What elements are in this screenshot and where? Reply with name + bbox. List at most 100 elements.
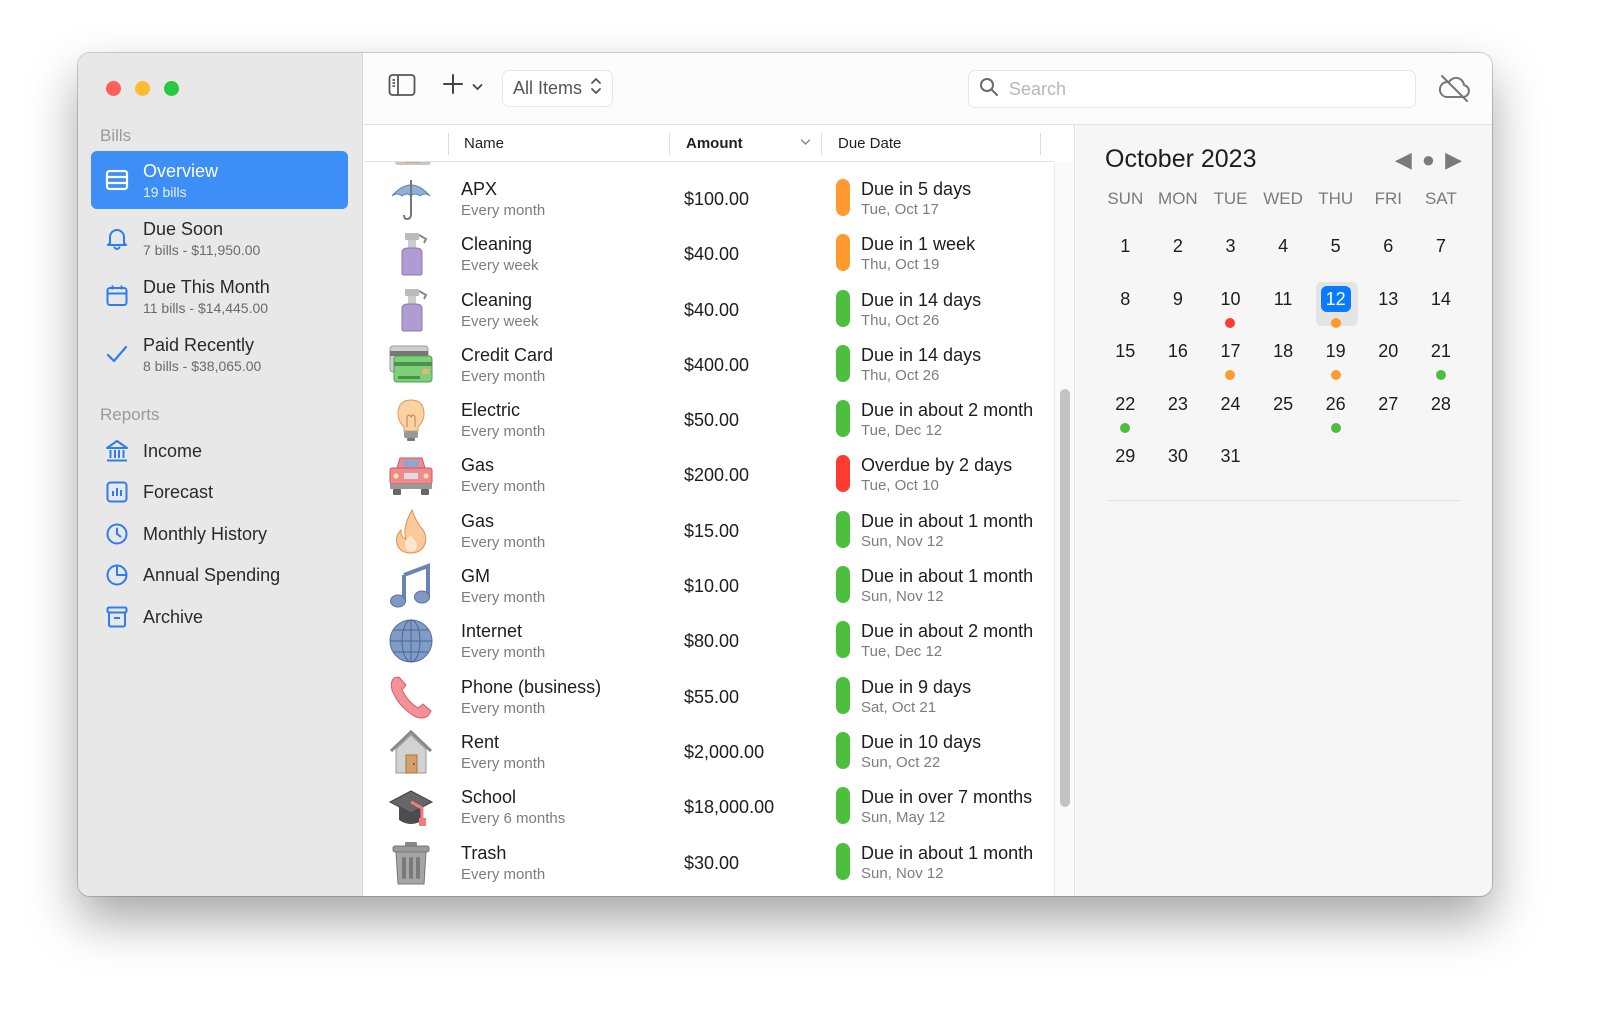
search-field[interactable] [968,70,1416,108]
sidebar-item-due-soon[interactable]: Due Soon 7 bills - $11,950.00 [91,209,348,267]
sidebar-item-annual-spending[interactable]: Annual Spending [91,556,348,594]
bill-row[interactable]: Credit Card Every month $400.00 Due in 14 d… [364,336,1054,391]
calendar-day[interactable]: 13 [1362,280,1415,333]
calendar-day[interactable]: 26 [1309,385,1362,438]
calendar-day[interactable]: 28 [1415,385,1468,438]
due-status: Due in about 2 months [861,400,1033,421]
calendar-day[interactable]: 31 [1204,437,1257,490]
day-number: 26 [1325,393,1346,414]
calendar-day[interactable]: 11 [1257,280,1310,333]
bill-row[interactable]: Cleaning Every week $40.00 Due in 1 week Thu… [364,225,1054,280]
calendar-day[interactable]: 29 [1099,437,1152,490]
day-number: 11 [1273,288,1293,309]
calendar-day[interactable]: 22 [1099,385,1152,438]
calendar-day[interactable]: 2 [1152,227,1205,280]
day-number: 28 [1430,393,1451,414]
column-header-amount[interactable]: Amount [686,135,743,152]
calendar-day[interactable]: 23 [1152,385,1205,438]
due-status: Due in about 1 month [861,566,1033,587]
calendar-day-today[interactable]: 12 [1309,280,1362,333]
sidebar-toggle-icon [388,73,416,102]
spray-bottle-icon [388,231,434,277]
calendar-day[interactable]: 5 [1309,227,1362,280]
weekday-label: TUE [1213,189,1248,208]
bill-row[interactable]: Cleaning Every week $40.00 Due in 14 days Th… [364,281,1054,336]
bill-row[interactable]: Electric Every month $50.00 Due in about 2 … [364,391,1054,446]
bill-row[interactable]: Phone (business) Every month $55.00 Due in … [364,668,1054,723]
sidebar-item-income[interactable]: Income [91,432,348,470]
bills-section-label: Bills [100,126,132,145]
day-number: 18 [1273,341,1294,362]
calendar-day[interactable]: 14 [1415,280,1468,333]
vertical-scrollbar[interactable] [1054,162,1074,896]
bill-row[interactable]: Internet Every month $80.00 Due in about 2 … [364,612,1054,667]
close-window-button[interactable] [106,81,121,96]
bill-row[interactable]: APX Every month $100.00 Due in 5 days Tue, O… [364,170,1054,225]
next-month-icon[interactable]: ▶ [1445,149,1462,171]
calendar-day[interactable]: 15 [1099,332,1152,385]
calendar-day[interactable]: 18 [1257,332,1310,385]
sidebar-item-monthly-history[interactable]: Monthly History [91,515,348,553]
bill-row[interactable]: Gas Every month $200.00 Overdue by 2 days Tu… [364,446,1054,501]
bill-amount: $40.00 [684,299,740,320]
toggle-sidebar-button[interactable] [388,73,416,102]
calendar-day[interactable]: 7 [1415,227,1468,280]
sidebar-item-overview[interactable]: Overview 19 bills [91,151,348,209]
minimize-window-button[interactable] [135,81,150,96]
day-number: 5 [1330,236,1341,256]
calendar-day[interactable]: 9 [1152,280,1205,333]
sidebar-item-summary: 11 bills - $14,445.00 [143,299,269,316]
sidebar-item-due-this-month[interactable]: Due This Month 11 bills - $14,445.00 [91,267,348,325]
previous-month-icon[interactable]: ◀ [1395,149,1412,171]
calendar-day[interactable]: 6 [1362,227,1415,280]
search-input[interactable] [1009,78,1389,100]
bill-row[interactable]: GM Every month $10.00 Due in about 1 month S… [364,557,1054,612]
zoom-window-button[interactable] [164,81,179,96]
toolbar: All Items [364,53,1492,125]
sort-chevron-icon[interactable] [800,134,811,149]
calendar-day[interactable]: 24 [1204,385,1257,438]
due-date: Sun, Nov 12 [861,588,944,606]
day-number: 14 [1430,288,1451,309]
column-header-name[interactable]: Name [464,135,504,152]
calendar-day[interactable]: 17 [1204,332,1257,385]
bill-row[interactable]: Gas Every month $15.00 Due in about 1 month… [364,502,1054,557]
calendar-day[interactable]: 4 [1257,227,1310,280]
day-number: 25 [1273,393,1294,414]
status-indicator [836,731,850,769]
calendar-panel: October 2023 ◀ ● ▶ SUN MON TUE WED THU FRI SAT… [1076,125,1492,896]
calendar-day[interactable]: 25 [1257,385,1310,438]
calendar-day[interactable]: 16 [1152,332,1205,385]
sidebar-item-paid-recently[interactable]: Paid Recently 8 bills - $38,065.00 [91,325,348,383]
calendar-day[interactable]: 27 [1362,385,1415,438]
calendar-day[interactable]: 30 [1152,437,1205,490]
calendar-day[interactable]: 1 [1099,227,1152,280]
day-number: 23 [1167,393,1188,414]
add-bill-button[interactable] [442,73,483,100]
sidebar-item-archive[interactable]: Archive [91,598,348,636]
trash-can-icon [388,840,434,886]
car-icon [388,452,434,498]
filter-select[interactable]: All Items [502,70,614,107]
scrollbar-thumb[interactable] [1060,389,1070,807]
bill-rows: APX Every month $100.00 Due in 5 days Tue, O… [364,170,1054,889]
due-status: Due in 5 days [861,179,972,199]
icloud-sync-button[interactable] [1436,73,1472,108]
calendar-day[interactable]: 20 [1362,332,1415,385]
bill-row[interactable]: Trash Every month $30.00 Due in about 1 mon… [364,834,1054,889]
today-dot-icon[interactable]: ● [1422,149,1435,171]
column-header-due-date[interactable]: Due Date [838,135,901,152]
calendar-day[interactable]: 21 [1415,332,1468,385]
due-status: Overdue by 2 days [861,455,1013,476]
bill-row[interactable]: School Every 6 months $18,000.00 Due in ove… [364,778,1054,833]
weekday-header: SUN MON TUE WED THU FRI SAT [1099,189,1467,209]
sidebar-item-forecast[interactable]: Forecast [91,473,348,511]
calendar-day[interactable]: 10 [1204,280,1257,333]
sidebar-item-label: Paid Recently [143,334,255,355]
due-date: Tue, Dec 12 [861,643,943,661]
calendar-day[interactable]: 8 [1099,280,1152,333]
calendar-day[interactable]: 3 [1204,227,1257,280]
house-icon [388,729,434,775]
bill-row[interactable]: Rent Every month $2,000.00 Due in 10 days Su… [364,723,1054,778]
calendar-day[interactable]: 19 [1309,332,1362,385]
